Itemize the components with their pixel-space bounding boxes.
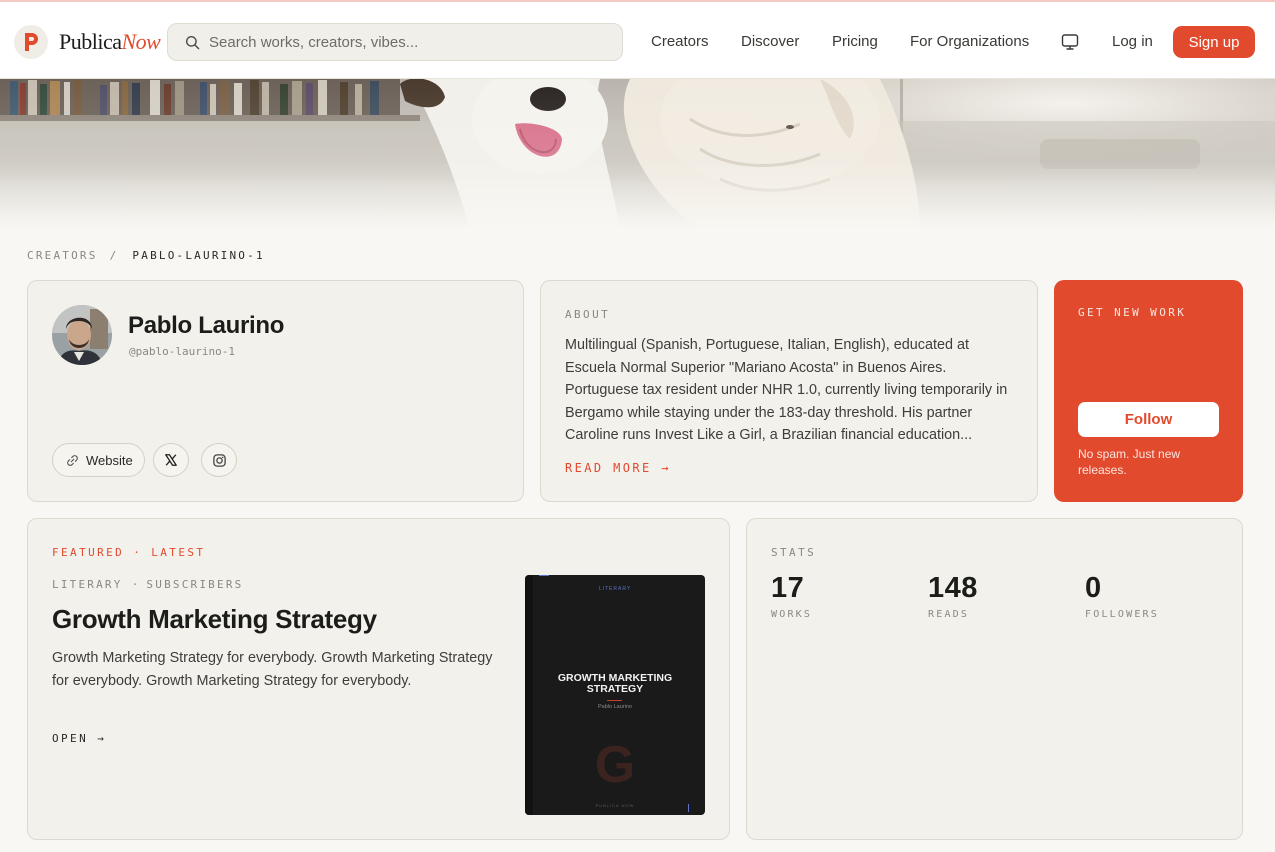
nav-link-pricing[interactable]: Pricing [832, 33, 878, 50]
signup-button[interactable]: Sign up [1173, 26, 1255, 58]
book-cover[interactable]: LITERARY GROWTH MARKETING STRATEGY Pablo… [525, 575, 705, 815]
cover-divider [607, 700, 622, 701]
brand-name: PublicaNow [59, 29, 161, 55]
stat-caption: READS [928, 609, 970, 620]
stats-label: STATS [771, 546, 817, 559]
stats-card: STATS 17 WORKS 148 READS 0 FOLLOWERS [746, 518, 1243, 840]
cover-title: GROWTH MARKETING STRATEGY [557, 672, 673, 695]
get-new-work-card: GET NEW WORK Follow No spam. Just new re… [1054, 280, 1243, 502]
breadcrumb-current: PABLO-LAURINO-1 [132, 249, 265, 262]
publica-logo-icon [14, 25, 48, 59]
cover-author: Pablo Laurino [598, 704, 632, 710]
search-icon [185, 35, 200, 49]
breadcrumb-separator: / [109, 249, 119, 262]
avatar [52, 305, 112, 365]
work-category: LITERARY [52, 578, 123, 591]
featured-work-card[interactable]: FEATURED · LATEST LITERARY · SUBSCRIBERS… [27, 518, 730, 840]
profile-name: Pablo Laurino [128, 312, 285, 339]
stat-reads: 148 READS [928, 572, 978, 620]
nav-link-discover[interactable]: Discover [741, 33, 799, 50]
cover-footer: PUBLICA NOW [595, 803, 635, 808]
cover-initial: G [594, 736, 636, 794]
get-new-work-label: GET NEW WORK [1078, 306, 1187, 319]
instagram-icon [212, 453, 226, 467]
link-icon [67, 454, 78, 466]
profile-banner-image [0, 79, 1275, 229]
cover-corner-mark [539, 575, 549, 576]
stat-value: 0 [1085, 572, 1102, 604]
profile-card: Pablo Laurino @pablo-laurino-1 Website [27, 280, 524, 502]
brand-logo[interactable]: PublicaNow [14, 24, 161, 60]
breadcrumb: CREATORS / PABLO-LAURINO-1 [27, 249, 265, 262]
cover-category: LITERARY [598, 586, 632, 592]
work-description: Growth Marketing Strategy for everybody.… [52, 650, 493, 689]
login-link[interactable]: Log in [1112, 33, 1153, 50]
website-label: Website [86, 452, 133, 468]
breadcrumb-creators[interactable]: CREATORS [27, 249, 98, 262]
about-text: Multilingual (Spanish, Portuguese, Itali… [565, 337, 1008, 444]
brand-name-prefix: Publica [59, 29, 122, 54]
featured-latest-tag: FEATURED · LATEST [52, 546, 206, 559]
profile-handle: @pablo-laurino-1 [129, 345, 235, 358]
cover-corner-mark [688, 804, 689, 812]
work-title[interactable]: Growth Marketing Strategy [52, 604, 377, 635]
search-bar[interactable] [167, 23, 623, 61]
read-more-link[interactable]: READ MORE → [565, 461, 671, 475]
x-social-button[interactable] [153, 443, 189, 477]
banner-photo [0, 79, 1275, 229]
stat-value: 17 [771, 572, 805, 604]
search-input[interactable] [209, 33, 609, 51]
work-meta: LITERARY · SUBSCRIBERS [52, 578, 243, 591]
stat-caption: FOLLOWERS [1085, 609, 1159, 620]
nav-link-creators[interactable]: Creators [651, 33, 709, 50]
open-work-link[interactable]: OPEN → [52, 732, 106, 745]
work-meta-separator: · [131, 578, 141, 591]
no-spam-note: No spam. Just new releases. [1078, 447, 1181, 477]
nav-link-for-organizations[interactable]: For Organizations [910, 33, 1029, 50]
about-card: ABOUT Multilingual (Spanish, Portuguese,… [540, 280, 1038, 502]
stat-followers: 0 FOLLOWERS [1085, 572, 1159, 620]
instagram-social-button[interactable] [201, 443, 237, 477]
follow-button[interactable]: Follow [1078, 402, 1219, 437]
stat-value: 148 [928, 572, 978, 604]
about-label: ABOUT [565, 308, 611, 321]
monitor-icon[interactable] [1060, 32, 1080, 52]
website-link-button[interactable]: Website [52, 443, 145, 477]
top-navigation: PublicaNow Creators Discover Pricing For… [0, 0, 1275, 79]
stat-caption: WORKS [771, 609, 813, 620]
stat-works: 17 WORKS [771, 572, 812, 620]
x-icon [165, 454, 177, 466]
brand-name-suffix: Now [121, 29, 161, 54]
work-access: SUBSCRIBERS [146, 578, 244, 591]
